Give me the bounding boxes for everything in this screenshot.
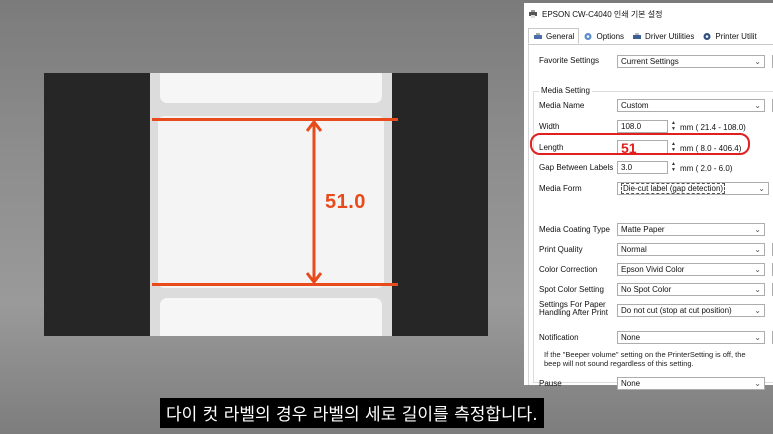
printer-icon <box>529 10 537 18</box>
spot-color-value: No Spot Color <box>621 285 672 294</box>
width-range: mm ( 21.4 - 108.0) <box>680 123 746 132</box>
general-panel: Favorite Settings Current Settings ⌄ Medi… <box>528 45 773 390</box>
notification-value: None <box>621 333 641 342</box>
printer-utility-icon <box>703 32 711 40</box>
tab-printer-utility-label: Printer Utilit <box>715 31 757 41</box>
favorite-settings-value: Current Settings <box>621 57 679 66</box>
gap-spinner[interactable]: ▲ ▼ <box>669 161 678 174</box>
chevron-down-icon: ⌄ <box>754 245 761 254</box>
chevron-down-icon: ⌄ <box>754 101 761 110</box>
length-arrow-icon <box>306 119 322 285</box>
chevron-down-icon: ⌄ <box>754 285 761 294</box>
chevron-down-icon: ⌄ <box>754 333 761 342</box>
spot-color-label: Spot Color Setting <box>539 285 604 294</box>
paper-handling-value: Do not cut (stop at cut position) <box>621 306 732 315</box>
media-name-select[interactable]: Custom ⌄ <box>617 99 765 112</box>
bottom-measure-line <box>152 283 398 286</box>
pause-select[interactable]: None ⌄ <box>617 377 765 390</box>
print-quality-row: Print Quality <box>539 245 619 254</box>
width-label: Width <box>539 122 560 131</box>
gap-value: 3.0 <box>621 163 633 172</box>
paper-handling-select[interactable]: Do not cut (stop at cut position) ⌄ <box>617 304 765 317</box>
color-correction-label: Color Correction <box>539 265 598 274</box>
spot-color-row: Spot Color Setting <box>539 285 619 294</box>
color-correction-value: Epson Vivid Color <box>621 265 685 274</box>
tab-general-label: General <box>546 31 575 41</box>
width-row: Width <box>539 122 619 131</box>
dialog-titlebar: EPSON CW-C4040 인쇄 기본 설정 <box>524 3 773 25</box>
media-coating-label: Media Coating Type <box>539 225 611 234</box>
notification-label: Notification <box>539 333 579 342</box>
chevron-down-icon: ⌄ <box>754 379 761 388</box>
media-coating-row: Media Coating Type <box>539 225 619 234</box>
options-gear-icon <box>584 32 592 40</box>
driver-utilities-icon <box>633 32 642 39</box>
print-settings-dialog: EPSON CW-C4040 인쇄 기본 설정 General Options … <box>524 3 773 390</box>
measurement-value: 51.0 <box>325 191 366 213</box>
media-coating-select[interactable]: Matte Paper ⌄ <box>617 223 765 236</box>
gap-range: mm ( 2.0 - 6.0) <box>680 164 733 173</box>
label-photo: 51.0 <box>44 73 488 336</box>
tab-driver-utilities[interactable]: Driver Utilities <box>628 28 698 44</box>
gap-label: Gap Between Labels <box>539 163 614 172</box>
width-spinner[interactable]: ▲ ▼ <box>669 120 678 133</box>
gap-input[interactable]: 3.0 <box>617 161 668 174</box>
media-form-value: Die-cut label (gap detection) <box>621 183 726 194</box>
media-form-row: Media Form <box>539 184 619 193</box>
paper-handling-row: Settings For Paper Handling After Print <box>539 301 617 317</box>
width-value: 108.0 <box>621 122 642 131</box>
tab-printer-utility[interactable]: Printer Utilit <box>698 28 760 44</box>
tab-driver-utilities-label: Driver Utilities <box>645 31 695 41</box>
media-form-label: Media Form <box>539 184 582 193</box>
media-coating-value: Matte Paper <box>621 225 665 234</box>
beeper-note: If the "Beeper volume" setting on the Pr… <box>544 350 746 368</box>
print-quality-select[interactable]: Normal ⌄ <box>617 243 765 256</box>
width-input[interactable]: 108.0 <box>617 120 668 133</box>
length-highlight <box>530 133 750 155</box>
chevron-down-icon: ⌄ <box>754 57 761 66</box>
top-measure-line <box>152 118 398 121</box>
printer-settings-icon <box>534 32 542 39</box>
gap-row: Gap Between Labels <box>539 163 619 172</box>
chevron-down-icon: ⌄ <box>754 225 761 234</box>
paper-handling-label: Settings For Paper Handling After Print <box>539 300 608 317</box>
media-setting-title: Media Setting <box>539 86 592 95</box>
favorite-settings-select[interactable]: Current Settings ⌄ <box>617 55 765 68</box>
chevron-down-icon: ⌄ <box>754 306 761 315</box>
video-subtitle: 다이 컷 라벨의 경우 라벨의 세로 길이를 측정합니다. <box>160 398 544 428</box>
media-name-label: Media Name <box>539 101 585 110</box>
favorite-settings-label: Favorite Settings <box>539 56 600 65</box>
favorite-settings-row: Favorite Settings <box>539 56 619 65</box>
notification-select[interactable]: None ⌄ <box>617 331 765 344</box>
pause-row: Pause <box>539 379 619 388</box>
notification-row: Notification <box>539 333 619 342</box>
color-correction-row: Color Correction <box>539 265 619 274</box>
print-quality-value: Normal <box>621 245 647 254</box>
chevron-down-icon: ⌄ <box>754 265 761 274</box>
media-name-row: Media Name <box>539 101 619 110</box>
pause-value: None <box>621 379 641 388</box>
pause-label: Pause <box>539 379 562 388</box>
tab-bar: General Options Driver Utilities Printer… <box>528 28 773 45</box>
label-bottom <box>160 298 382 336</box>
dialog-title: EPSON CW-C4040 인쇄 기본 설정 <box>542 9 663 19</box>
chevron-down-icon: ⌄ <box>758 184 765 193</box>
tab-general[interactable]: General <box>528 28 580 44</box>
tab-options-label: Options <box>596 31 625 41</box>
label-top <box>160 73 382 103</box>
spot-color-select[interactable]: No Spot Color ⌄ <box>617 283 765 296</box>
print-quality-label: Print Quality <box>539 245 583 254</box>
media-name-value: Custom <box>621 101 649 110</box>
media-form-select[interactable]: Die-cut label (gap detection) ⌄ <box>617 182 769 195</box>
tab-options[interactable]: Options <box>579 28 628 44</box>
color-correction-select[interactable]: Epson Vivid Color ⌄ <box>617 263 765 276</box>
